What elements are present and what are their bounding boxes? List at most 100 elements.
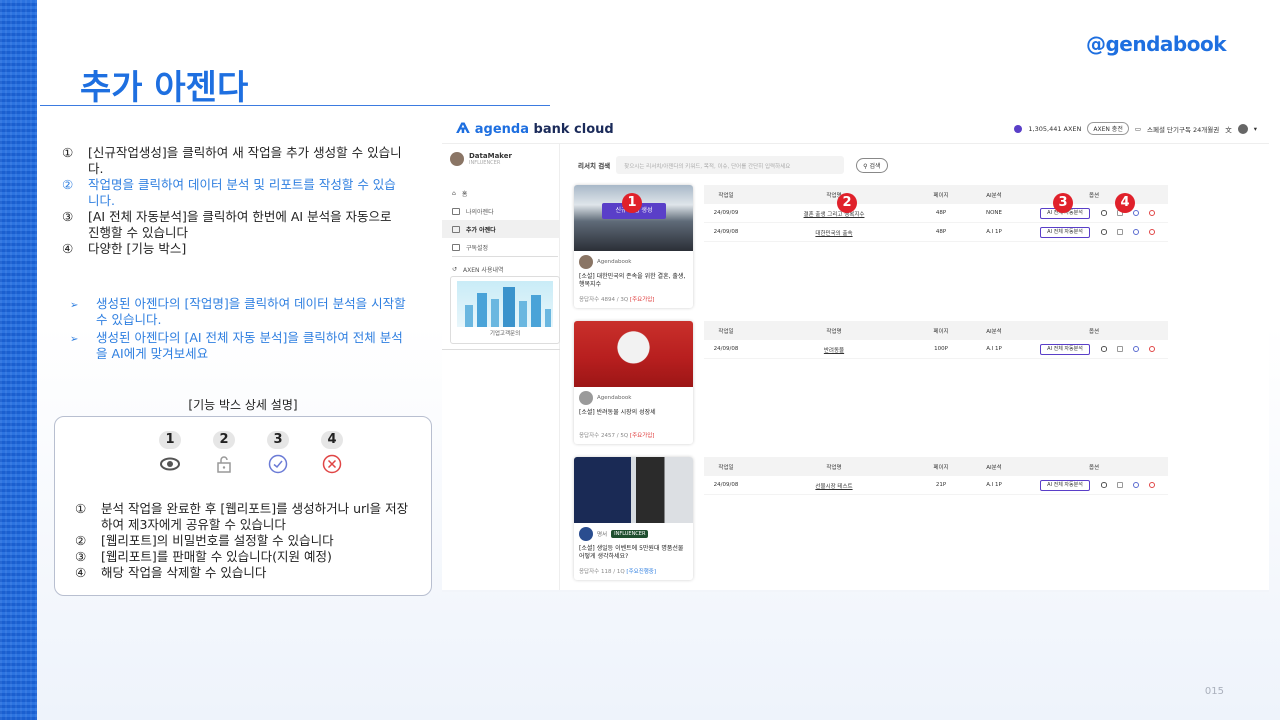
brand-logo: @gendabook — [1085, 32, 1227, 56]
ai-auto-analysis-button[interactable]: AI 전체 자동분석 — [1040, 227, 1090, 238]
card-thumbnail — [574, 457, 693, 523]
app-logo[interactable]: Ѧ agenda bank cloud — [456, 121, 614, 137]
task-name-link[interactable]: 선물시장 테스트 — [764, 482, 904, 490]
search-input[interactable]: 찾으시는 리서치/아젠다의 키워드, 목적, 이슈, 단어를 간단히 입력하세요 — [616, 156, 845, 174]
home-icon: ⌂ — [452, 189, 456, 197]
axen-charge-button[interactable]: AXEN 충전 — [1087, 122, 1129, 135]
row-date: 24/09/08 — [713, 346, 739, 352]
note-item: ➢ 생성된 아젠다의 [작업명]을 클릭하여 데이터 분석을 시작할 수 있습니다… — [70, 296, 410, 328]
sidebar-item-my-agenda[interactable]: 나의아젠다 — [442, 202, 560, 220]
task-table: 작업일 작업명 페이지 AI분석 옵션 24/09/09 결혼 출생 그리고 행… — [704, 185, 1168, 242]
step-number: ④ — [62, 241, 74, 256]
sidebar: DataMaker INFLUENCER ⌂ 홈 나의아젠다 추가 아젠다 구독설… — [442, 144, 560, 590]
lock-icon[interactable] — [1117, 229, 1123, 235]
x-circle-icon[interactable] — [1149, 210, 1155, 216]
avatar — [579, 391, 593, 405]
app-header: Ѧ agenda bank cloud 1,305,441 AXEN AXEN … — [442, 112, 1269, 144]
lock-icon[interactable] — [1117, 346, 1123, 352]
col-ai: AI분석 — [986, 329, 1002, 335]
task-name-link[interactable]: 결혼 출생 그리고 행복지수 — [764, 210, 904, 218]
icon-number: 4 — [321, 431, 343, 449]
x-circle-icon[interactable] — [1149, 346, 1155, 352]
enterprise-inquiry-card[interactable]: 기업고객문의 — [450, 276, 560, 344]
axen-coin-icon — [1014, 124, 1023, 133]
row-pages: 100P — [934, 346, 948, 352]
x-circle-icon[interactable] — [1149, 482, 1155, 488]
item-number: ③ — [75, 549, 87, 564]
subscription-label[interactable]: 스페셜 단기구독 24개월권 — [1147, 124, 1219, 134]
note-text: 생성된 아젠다의 [작업명]을 클릭하여 데이터 분석을 시작할 수 있습니다. — [96, 296, 406, 327]
eye-icon[interactable] — [1101, 482, 1107, 488]
feature-icons-row: 1 2 3 4 — [155, 431, 347, 475]
feature-icon-4: 4 — [317, 431, 347, 475]
author-name: Agendabook — [597, 395, 632, 401]
agenda-card[interactable]: 명서 INFLUENCER [소셜] 생일등 이벤트에 5만원대 명품선물 어떻게… — [574, 457, 693, 580]
check-circle-icon[interactable] — [1133, 229, 1139, 235]
card-title: [소설] 대한민국의 존속을 위한 결혼, 출생, 행복지수 — [579, 273, 686, 288]
task-name-link[interactable]: 반려동물 — [764, 346, 904, 354]
row-ai: NONE — [985, 210, 1003, 216]
search-row: 리서치 검색 찾으시는 리서치/아젠다의 키워드, 목적, 이슈, 단어를 간단… — [578, 156, 888, 174]
item-number: ② — [75, 533, 87, 548]
avatar — [450, 152, 464, 166]
page-title: 추가 아젠다 — [80, 68, 249, 108]
feature-icon-3: 3 — [263, 431, 293, 475]
icon-number: 1 — [159, 431, 181, 449]
profile[interactable]: DataMaker INFLUENCER — [450, 152, 512, 166]
profile-name: DataMaker — [469, 152, 512, 160]
author-name: 명서 — [597, 532, 608, 538]
col-pages: 페이지 — [933, 465, 949, 471]
card-title: [소셜] 반려동물 시장의 성장세 — [579, 409, 656, 416]
step-text: 작업명을 클릭하여 데이터 분석 및 리포트를 작성할 수 있습니다. — [88, 177, 396, 208]
feature-icon-1: 1 — [155, 431, 185, 475]
eye-icon[interactable] — [1101, 346, 1107, 352]
col-ai: AI분석 — [986, 465, 1002, 471]
check-circle-icon — [268, 454, 288, 474]
title-underline — [40, 105, 550, 106]
card-author: Agendabook — [579, 255, 631, 269]
check-circle-icon[interactable] — [1133, 482, 1139, 488]
card-title: [소셜] 생일등 이벤트에 5만원대 명품선물 어떻게 생각하세요? — [579, 545, 684, 560]
left-decorative-bar — [0, 0, 37, 720]
agenda-card[interactable]: Agendabook [소셜] 반려동물 시장의 성장세 응답자수 2457 /… — [574, 321, 693, 444]
feature-box: 1 2 3 4 ① 분석 작업을 완료한 후 [웹리포트]를 생성하거나 url을… — [54, 416, 432, 596]
annotation-marker-1: 1 — [622, 193, 642, 213]
eye-icon[interactable] — [1101, 210, 1107, 216]
search-button[interactable]: ⚲ 검색 — [856, 157, 888, 173]
folder-plus-icon — [452, 225, 460, 233]
card-tag: [주요진행중] — [626, 569, 657, 575]
sidebar-divider — [442, 349, 560, 350]
sidebar-item-home[interactable]: ⌂ 홈 — [442, 184, 560, 202]
x-circle-icon[interactable] — [1149, 229, 1155, 235]
col-name: 작업명 — [826, 329, 842, 335]
feature-desc-item: ① 분석 작업을 완료한 후 [웹리포트]를 생성하거나 url을 저장하여 제3… — [75, 501, 415, 533]
eye-icon[interactable] — [1101, 229, 1107, 235]
task-name-link[interactable]: 대한민국의 출속 — [764, 229, 904, 237]
row-ai: A.I 1P — [986, 229, 1002, 235]
icon-number: 3 — [267, 431, 289, 449]
sidebar-item-add-agenda[interactable]: 추가 아젠다 — [442, 220, 560, 238]
search-label: 리서치 검색 — [578, 162, 611, 170]
item-text: [웹리포트]를 판매할 수 있습니다(지원 예정) — [101, 549, 332, 564]
note-item: ➢ 생성된 아젠다의 [AI 전체 자동 분석]을 클릭하여 전체 분석을 AI에… — [70, 330, 410, 362]
ai-auto-analysis-button[interactable]: AI 전체 자동분석 — [1040, 344, 1090, 355]
table-row: 24/09/08 반려동물 100P A.I 1P AI 전체 자동분석 — [704, 340, 1168, 359]
table-header: 작업일 작업명 페이지 AI분석 옵션 — [704, 457, 1168, 476]
feature-icon-2: 2 — [209, 431, 239, 475]
influencer-badge: INFLUENCER — [611, 530, 649, 538]
subscription-icon: ▭ — [1134, 124, 1142, 133]
lock-icon[interactable] — [1117, 482, 1123, 488]
icon-number: 2 — [213, 431, 235, 449]
check-circle-icon[interactable] — [1133, 346, 1139, 352]
col-name: 작업명 — [826, 465, 842, 471]
step-number: ③ — [62, 209, 74, 224]
chevron-down-icon[interactable]: ▾ — [1254, 125, 1257, 133]
city-illustration — [457, 281, 553, 327]
sidebar-item-subscription[interactable]: 구독설정 — [442, 238, 560, 256]
sidebar-divider — [452, 256, 558, 257]
check-circle-icon[interactable] — [1133, 210, 1139, 216]
annotation-marker-2: 2 — [837, 193, 857, 213]
user-avatar[interactable] — [1237, 123, 1248, 134]
ai-auto-analysis-button[interactable]: AI 전체 자동분석 — [1040, 480, 1090, 491]
translate-icon[interactable]: 文 — [1225, 124, 1232, 134]
